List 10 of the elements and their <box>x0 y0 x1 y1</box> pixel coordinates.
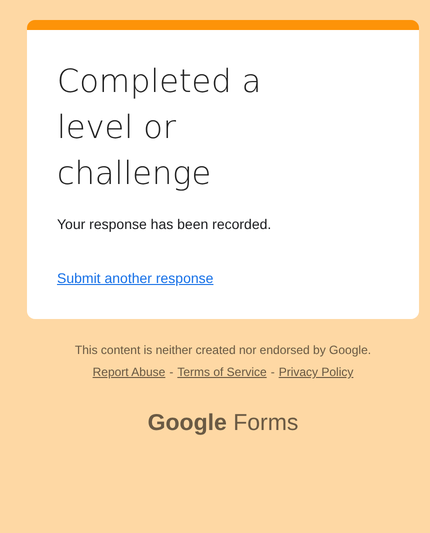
footer-link[interactable]: Report Abuse <box>92 363 166 381</box>
disclaimer-text: This content is neither created nor endorsed by Google. <box>74 342 372 359</box>
confirmation-message: Your response has been recorded. <box>57 215 272 234</box>
google-forms-logo: Google Forms <box>148 408 298 437</box>
separator: - <box>169 364 174 381</box>
footer-link[interactable]: Privacy Policy <box>278 363 354 381</box>
form-title: Completed a level or challenge <box>57 61 262 194</box>
footer-link[interactable]: Terms of Service <box>177 363 267 381</box>
submit-another-link[interactable]: Submit another response <box>57 270 214 286</box>
separator: - <box>270 364 275 381</box>
